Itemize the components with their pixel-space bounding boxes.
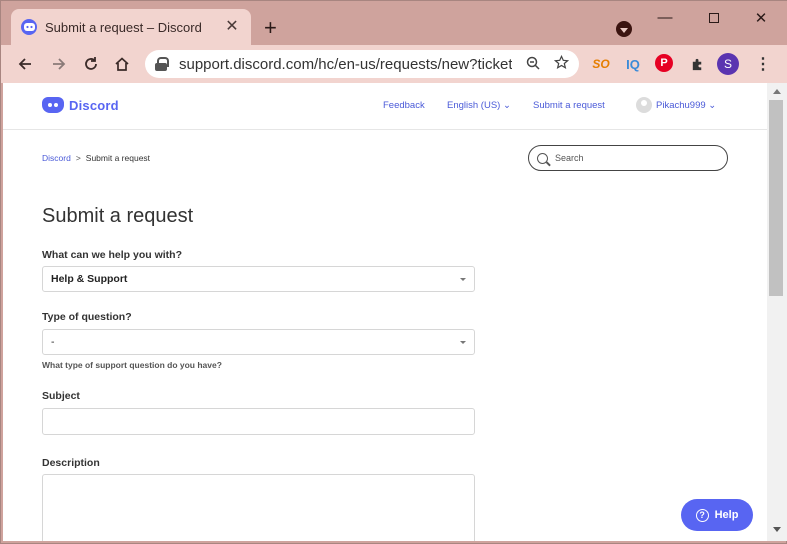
user-avatar-icon — [636, 97, 652, 113]
reload-icon — [85, 57, 97, 70]
scroll-down-arrow-icon[interactable] — [773, 527, 781, 532]
subject-label: Subject — [42, 390, 80, 402]
ext-iq-icon[interactable]: IQ — [623, 54, 643, 74]
help-with-label: What can we help you with? — [42, 249, 183, 261]
pinterest-icon[interactable]: P — [655, 54, 673, 72]
home-icon — [115, 57, 129, 71]
page-content: Discord Feedback English (US) ⌄ Submit a… — [3, 83, 767, 541]
user-name: Pikachu999 ⌄ — [656, 99, 717, 111]
breadcrumb: Discord > Submit a request — [42, 153, 150, 163]
user-menu[interactable]: Pikachu999 ⌄ — [636, 97, 716, 113]
browser-toolbar: support.discord.com/hc/en-us/requests/ne… — [1, 45, 787, 83]
chrome-profile-icon[interactable] — [616, 21, 632, 37]
subject-input[interactable] — [42, 408, 475, 435]
nav-submit-request-link[interactable]: Submit a request — [533, 100, 605, 111]
nav-language-dropdown[interactable]: English (US) ⌄ — [447, 100, 511, 111]
breadcrumb-current: Submit a request — [85, 153, 151, 163]
bookmark-star-icon[interactable] — [553, 54, 570, 73]
search-icon — [537, 152, 548, 164]
page-scrollbar[interactable] — [767, 83, 787, 541]
help-button-label: Help — [714, 509, 739, 521]
new-tab-button[interactable]: + — [264, 17, 277, 39]
chevron-down-icon — [460, 340, 466, 344]
url-text[interactable]: support.discord.com/hc/en-us/requests/ne… — [179, 56, 512, 73]
logo-text: Discord — [69, 97, 119, 113]
back-arrow-icon — [18, 58, 31, 70]
chevron-down-icon — [460, 277, 466, 281]
tab-close-icon[interactable]: ✕ — [223, 18, 241, 36]
chrome-user-avatar[interactable]: S — [717, 53, 739, 75]
zoom-icon[interactable] — [526, 56, 540, 73]
breadcrumb-separator: > — [75, 153, 81, 163]
reload-button[interactable] — [80, 53, 102, 75]
scroll-up-arrow-icon[interactable] — [773, 89, 781, 94]
tab-strip: Submit a request – Discord ✕ + — ✕ — [1, 1, 787, 45]
tab-discord[interactable]: Submit a request – Discord ✕ — [11, 9, 251, 45]
search-input[interactable] — [555, 153, 715, 163]
help-button[interactable]: ? Help — [681, 499, 753, 531]
address-bar[interactable]: support.discord.com/hc/en-us/requests/ne… — [145, 50, 579, 78]
question-type-label: Type of question? — [42, 311, 132, 323]
minimize-button[interactable]: — — [655, 9, 675, 26]
site-header: Discord Feedback English (US) ⌄ Submit a… — [3, 83, 767, 130]
discord-logo-icon — [42, 97, 64, 113]
help-with-value: Help & Support — [51, 273, 128, 285]
discord-logo[interactable]: Discord — [42, 97, 119, 113]
back-button[interactable] — [14, 53, 36, 75]
browser-window: Submit a request – Discord ✕ + — ✕ suppo… — [0, 0, 787, 544]
scroll-thumb[interactable] — [769, 100, 783, 296]
description-label: Description — [42, 457, 100, 469]
ext-so-icon[interactable]: SO — [591, 54, 611, 74]
forward-arrow-icon — [53, 58, 66, 70]
question-type-hint: What type of support question do you hav… — [42, 360, 222, 370]
discord-favicon-icon — [21, 19, 37, 35]
page-title: Submit a request — [42, 205, 194, 227]
close-window-button[interactable]: ✕ — [751, 9, 771, 27]
search-box[interactable] — [528, 145, 728, 171]
lock-icon[interactable] — [155, 57, 169, 71]
question-type-value: - — [51, 336, 55, 348]
breadcrumb-home-link[interactable]: Discord — [42, 153, 71, 163]
extensions-puzzle-icon[interactable] — [687, 54, 707, 74]
tab-title: Submit a request – Discord — [45, 19, 202, 35]
maximize-icon — [709, 13, 719, 23]
help-with-select[interactable]: Help & Support — [42, 266, 475, 292]
maximize-button[interactable] — [704, 9, 724, 27]
help-question-icon: ? — [695, 508, 709, 522]
nav-feedback-link[interactable]: Feedback — [383, 100, 425, 111]
chrome-menu-icon[interactable]: ⋮ — [753, 54, 773, 74]
forward-button[interactable] — [48, 53, 70, 75]
description-textarea[interactable] — [42, 474, 475, 541]
question-type-select[interactable]: - — [42, 329, 475, 355]
home-button[interactable] — [111, 53, 133, 75]
